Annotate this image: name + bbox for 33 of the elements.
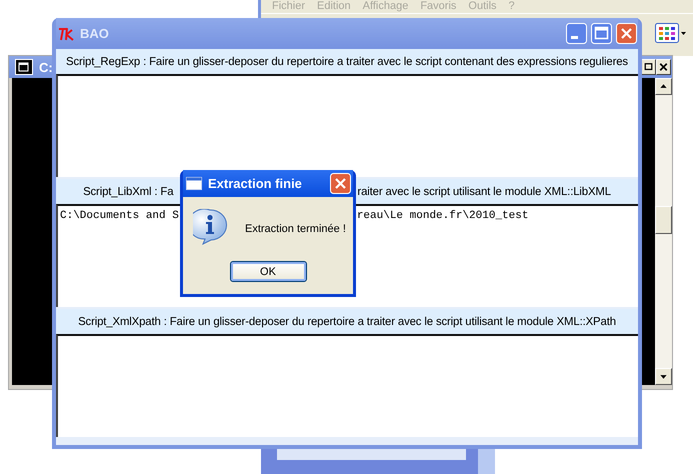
window-title: C: [39, 60, 53, 74]
scroll-down-button[interactable] [655, 368, 672, 385]
menu-item[interactable]: Outils [462, 0, 503, 13]
scrollbar[interactable] [655, 78, 672, 385]
grid-icon[interactable] [655, 23, 679, 43]
maximize-button[interactable] [641, 59, 656, 75]
window-title: BAO [80, 26, 110, 41]
output-text: reau\Le monde.fr\2010_test [356, 210, 528, 222]
menu-item[interactable]: Favoris [414, 0, 462, 13]
window-title: Extraction finie [208, 176, 303, 191]
dialog-message: Extraction terminée ! [245, 223, 346, 235]
scroll-thumb[interactable] [655, 206, 672, 234]
section-label: Script_XmlXpath : Faire un glisser-deposer du repertoire a traiter avec le script utilisant le module XML::XPath [78, 316, 616, 328]
drop-area[interactable] [56, 74, 638, 177]
drop-area[interactable] [56, 334, 638, 437]
window-icon [186, 177, 202, 190]
menu-item[interactable]: Affichage [356, 0, 414, 13]
info-icon [193, 209, 227, 245]
menu-item[interactable]: Edition [311, 0, 357, 13]
section-label: Script_LibXml : Fa [83, 186, 174, 198]
close-button[interactable] [656, 59, 671, 75]
menu-item[interactable]: ? [502, 0, 521, 13]
menu-item[interactable]: Fichier [266, 0, 312, 13]
app-icon [58, 26, 76, 40]
caret-icon[interactable] [681, 32, 686, 34]
scroll-up-button[interactable] [655, 78, 672, 95]
ok-button[interactable]: OK [230, 261, 306, 282]
section-label: Script_RegExp : Faire un glisser-deposer du repertoire a traiter avec le script contenant des expressions regulieres [66, 56, 628, 68]
output-text: C:\Documents and S [60, 210, 179, 222]
minimize-button[interactable] [566, 23, 587, 44]
scrollbar [478, 449, 495, 474]
section-label: raiter avec le script utilisant le module XML::LibXML [357, 186, 611, 198]
console-icon [15, 59, 33, 75]
